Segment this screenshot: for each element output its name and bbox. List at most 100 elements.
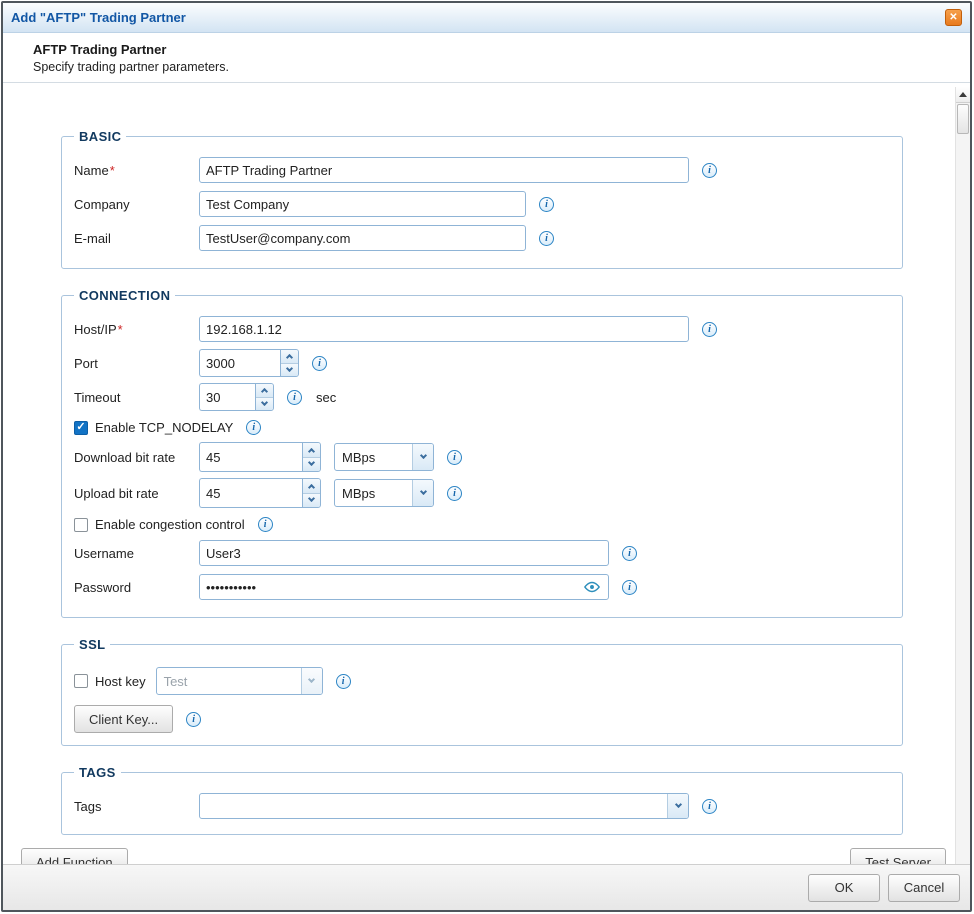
cancel-button[interactable]: Cancel <box>888 873 960 902</box>
combo-trigger-button[interactable] <box>412 480 433 506</box>
timeout-input[interactable] <box>199 383 255 411</box>
tcp-nodelay-info-icon[interactable]: i <box>246 420 262 435</box>
scroll-up-button[interactable] <box>956 87 970 103</box>
spin-down-button[interactable] <box>281 362 298 376</box>
download-rate-label: Download bit rate <box>74 449 176 465</box>
dialog-title: Add "AFTP" Trading Partner <box>11 10 186 25</box>
header-title: AFTP Trading Partner <box>33 42 167 57</box>
congestion-control-checkbox[interactable] <box>74 517 88 532</box>
scroll-up-icon <box>959 92 967 97</box>
tcp-nodelay-label: Enable TCP_NODELAY <box>95 420 234 435</box>
tags-label: Tags <box>74 798 102 814</box>
username-row: Username i <box>74 539 890 567</box>
host-key-combo[interactable]: Test <box>155 667 323 695</box>
username-info-icon[interactable]: i <box>622 545 637 561</box>
spin-down-button[interactable] <box>303 492 320 507</box>
chevron-down-icon <box>419 487 427 496</box>
spin-up-button[interactable] <box>256 384 273 397</box>
form-fields: BASIC Name* i Company i E-mail i <box>3 83 970 835</box>
download-rate-info-icon[interactable]: i <box>447 449 462 465</box>
wizard-header: AFTP Trading Partner Specify trading par… <box>3 33 970 83</box>
name-input[interactable] <box>199 157 689 183</box>
company-input[interactable] <box>199 191 526 217</box>
chevron-down-icon <box>260 398 269 406</box>
download-unit-combo[interactable]: MBps <box>334 443 434 471</box>
download-rate-spinner <box>199 442 321 472</box>
chevron-down-icon <box>419 451 427 460</box>
tags-value <box>200 794 667 818</box>
required-asterisk: * <box>109 162 115 178</box>
port-info-icon[interactable]: i <box>312 355 327 371</box>
name-row: Name* i <box>74 156 890 184</box>
basic-legend: BASIC <box>79 129 122 144</box>
password-label: Password <box>74 579 132 595</box>
close-button[interactable]: ✕ <box>945 9 962 26</box>
name-info-icon[interactable]: i <box>702 162 717 178</box>
company-info-icon[interactable]: i <box>539 196 554 212</box>
spin-up-button[interactable] <box>281 350 298 363</box>
spin-up-button[interactable] <box>303 443 320 457</box>
chevron-up-icon <box>307 447 316 455</box>
dialog-footer: OK Cancel <box>3 864 970 910</box>
chevron-up-icon <box>260 388 269 396</box>
tags-legend: TAGS <box>79 765 116 780</box>
show-password-icon[interactable] <box>583 581 601 593</box>
password-input[interactable] <box>199 574 609 600</box>
upload-rate-input[interactable] <box>199 478 302 508</box>
close-icon: ✕ <box>949 11 958 23</box>
email-input[interactable] <box>199 225 526 251</box>
host-key-info-icon[interactable]: i <box>335 673 351 689</box>
combo-trigger-button[interactable] <box>300 668 322 694</box>
chevron-up-icon <box>285 354 294 362</box>
port-spinner <box>199 349 299 377</box>
client-key-row: Client Key... i <box>74 705 890 733</box>
upload-unit-combo[interactable]: MBps <box>334 479 434 507</box>
vertical-scrollbar[interactable] <box>955 87 970 864</box>
add-trading-partner-dialog: Add "AFTP" Trading Partner ✕ AFTP Tradin… <box>1 1 972 912</box>
tcp-nodelay-checkbox[interactable]: ✓ <box>74 420 88 435</box>
timeout-info-icon[interactable]: i <box>287 389 302 405</box>
combo-trigger-button[interactable] <box>412 444 433 470</box>
download-rate-input[interactable] <box>199 442 302 472</box>
timeout-spinner <box>199 383 274 411</box>
spin-down-button[interactable] <box>303 456 320 471</box>
chevron-down-icon[interactable] <box>667 794 688 818</box>
port-input[interactable] <box>199 349 280 377</box>
password-field-wrap <box>199 574 609 600</box>
check-icon: ✓ <box>76 421 86 433</box>
host-key-value: Test <box>163 673 188 689</box>
download-rate-row: Download bit rate MBps i <box>74 442 890 472</box>
client-key-button[interactable]: Client Key... <box>74 705 174 733</box>
client-key-info-icon[interactable]: i <box>186 711 202 727</box>
spin-down-button[interactable] <box>256 396 273 410</box>
scrollbar-thumb[interactable] <box>957 104 969 134</box>
ok-button[interactable]: OK <box>808 873 880 902</box>
chevron-up-icon <box>307 483 316 491</box>
dialog-titlebar[interactable]: Add "AFTP" Trading Partner ✕ <box>3 3 970 33</box>
tags-info-icon[interactable]: i <box>702 798 717 814</box>
chevron-down-icon <box>307 495 316 503</box>
upload-rate-spinner <box>199 478 321 508</box>
congestion-control-info-icon[interactable]: i <box>257 517 273 532</box>
chevron-down-icon <box>307 459 316 467</box>
timeout-unit-label: sec <box>316 389 337 405</box>
download-unit-value: MBps <box>342 449 376 465</box>
host-input[interactable] <box>199 316 689 342</box>
tags-combo[interactable] <box>199 793 689 819</box>
host-info-icon[interactable]: i <box>702 321 717 337</box>
timeout-row: Timeout i sec <box>74 383 890 411</box>
password-info-icon[interactable]: i <box>622 579 637 595</box>
connection-legend: CONNECTION <box>79 288 171 303</box>
company-label: Company <box>74 196 130 212</box>
name-label: Name* <box>74 162 115 178</box>
host-row: Host/IP* i <box>74 315 890 343</box>
timeout-label: Timeout <box>74 389 121 405</box>
spin-up-button[interactable] <box>303 479 320 493</box>
upload-spin-buttons <box>302 478 321 508</box>
host-key-checkbox[interactable] <box>74 674 88 688</box>
email-info-icon[interactable]: i <box>539 230 554 246</box>
congestion-control-label: Enable congestion control <box>95 517 245 532</box>
upload-rate-info-icon[interactable]: i <box>447 485 462 501</box>
username-input[interactable] <box>199 540 609 566</box>
upload-unit-value: MBps <box>342 485 376 501</box>
